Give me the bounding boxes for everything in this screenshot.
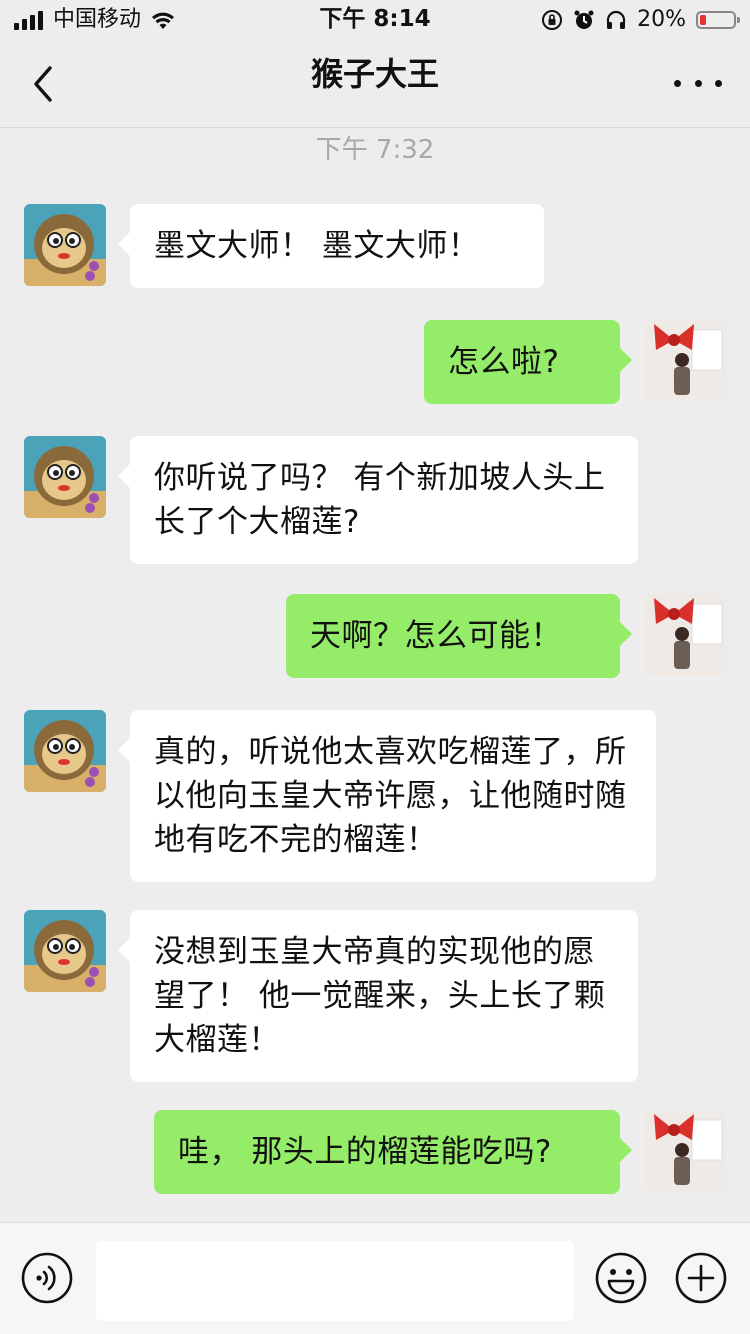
message-bubble-received: 你听说了吗？ 有个新加坡人头上长了个大榴莲? [118,436,638,564]
monkey-avatar[interactable] [24,204,106,286]
monkey-avatar[interactable] [24,910,106,992]
battery-percent: 20% [637,7,686,32]
battery-level-fill [700,15,706,25]
orientation-lock-icon [542,10,563,30]
plus-icon[interactable] [674,1251,728,1305]
message-input-bar [0,1222,750,1334]
status-bar: 中国移动 下午 8:14 20% [0,0,750,40]
battery-icon [696,11,740,29]
message-bubble-received: 真的，听说他太喜欢吃榴莲了，所以他向玉皇大帝许愿，让他随时随地有吃不完的榴莲！ [118,710,656,882]
message-timestamp: 下午 7:32 [315,135,435,165]
user-avatar[interactable] [644,594,726,676]
more-icon[interactable] [674,70,722,96]
chat-header: 猴子大王 [0,40,750,128]
monkey-avatar[interactable] [24,436,106,518]
voice-icon[interactable] [20,1251,74,1305]
message-bubble-received: 没想到玉皇大帝真的实现他的愿望了！ 他一觉醒来，头上长了颗大榴莲！ [118,910,638,1082]
emoji-icon[interactable] [594,1251,648,1305]
chat-title: 猴子大王 [310,55,439,93]
headphones-icon [606,10,626,29]
message-bubble-sent: 哇， 那头上的榴莲能吃吗? [154,1110,632,1194]
status-right: 20% [541,6,740,34]
message-input[interactable] [96,1241,574,1321]
monkey-avatar[interactable] [24,710,106,792]
message-bubble-sent: 天啊？怎么可能！ [286,594,632,678]
user-avatar[interactable] [644,1110,726,1192]
message-bubble-received: 墨文大师！ 墨文大师！ [118,204,544,288]
message-bubble-sent: 怎么啦? [424,320,632,404]
alarm-icon [574,10,594,29]
user-avatar[interactable] [644,320,726,402]
